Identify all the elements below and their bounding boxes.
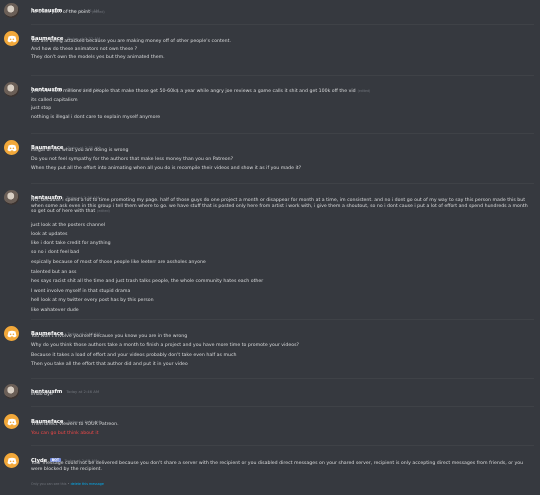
message-divider — [31, 445, 534, 446]
user-avatar[interactable] — [4, 384, 19, 399]
message-line: look at updates — [31, 232, 68, 237]
message-line: like i dont take credit for anything — [31, 241, 111, 246]
message-line-red: You can go but think about it — [31, 431, 99, 436]
message-line: no thats part of the point (edited) — [31, 10, 105, 15]
discord-logo-icon — [7, 330, 16, 337]
message-line: espically because of most of those peopl… — [31, 260, 206, 265]
message-line: Do you not feel sympathy for the authors… — [31, 157, 234, 162]
discord-logo-icon — [7, 144, 16, 151]
message-line: Then direct viewers to YOUR Patreon. — [31, 422, 119, 427]
user-avatar[interactable] — [4, 140, 19, 155]
message-line: nothing is illegal i dont care to explai… — [31, 115, 161, 120]
message-divider — [31, 406, 534, 407]
message-line: Your message could not be delivered beca… — [31, 461, 524, 472]
message-line: I wont involve myself in that stupid dra… — [31, 289, 131, 294]
ephemeral-notice: Only you can see this • delete this mess… — [31, 482, 104, 486]
message-divider — [31, 24, 534, 25]
message-line: They don't own the models yes but they a… — [31, 55, 165, 60]
message-divider — [31, 183, 534, 184]
user-avatar[interactable] — [4, 326, 19, 341]
message-divider — [31, 378, 534, 379]
discord-logo-icon — [7, 418, 16, 425]
message-line: talented but an ass — [31, 270, 77, 275]
message-line: like wahatever dude — [31, 308, 79, 313]
discord-logo-icon — [7, 35, 16, 42]
message-line: Then you take all the effort that author… — [31, 362, 188, 367]
message-line: Why do you think those authors take a mo… — [31, 343, 299, 348]
user-avatar[interactable] — [4, 31, 19, 46]
message-line: Illegal or not what you are doing is wro… — [31, 148, 129, 153]
delete-message-link[interactable]: delete this message — [71, 482, 104, 486]
message-line: its called capitalism — [31, 98, 78, 103]
user-avatar[interactable] — [4, 3, 19, 18]
user-avatar[interactable] — [4, 414, 19, 429]
message-line: hes says racist shit all the time and ju… — [31, 279, 264, 284]
user-avatar[interactable] — [4, 453, 19, 468]
message-divider — [31, 319, 534, 320]
message-line: NO, because i spend a lot to time promot… — [31, 198, 528, 215]
message-divider — [31, 75, 534, 76]
message-line: And how do these animators not own these… — [31, 47, 138, 52]
discord-logo-icon — [7, 457, 16, 464]
message-line: You are being attacked because you are m… — [31, 39, 231, 44]
user-avatar[interactable] — [4, 82, 19, 97]
ephemeral-label: Only you can see this • — [31, 482, 71, 486]
edited-tag: (edited) — [97, 209, 110, 214]
message-line: just stop — [31, 106, 52, 111]
message-line: lmao bye — [31, 392, 53, 397]
message-line: so no i dont feel bad — [31, 250, 80, 255]
message-line: just look at the posters channel — [31, 223, 106, 228]
message-line: You won't involve yourself because you k… — [31, 334, 188, 339]
message-line: yes AAA cost millions and people that ma… — [31, 89, 371, 94]
edited-tag: (edited) — [357, 89, 371, 93]
edited-tag: (edited) — [92, 10, 105, 14]
message-line: When they put all the effort into animat… — [31, 166, 302, 171]
user-avatar[interactable] — [4, 190, 19, 205]
message-line: Because it takes a load of effort and yo… — [31, 353, 237, 358]
message-divider — [31, 133, 534, 134]
message-line: hell look at my twitter every post has b… — [31, 298, 154, 303]
